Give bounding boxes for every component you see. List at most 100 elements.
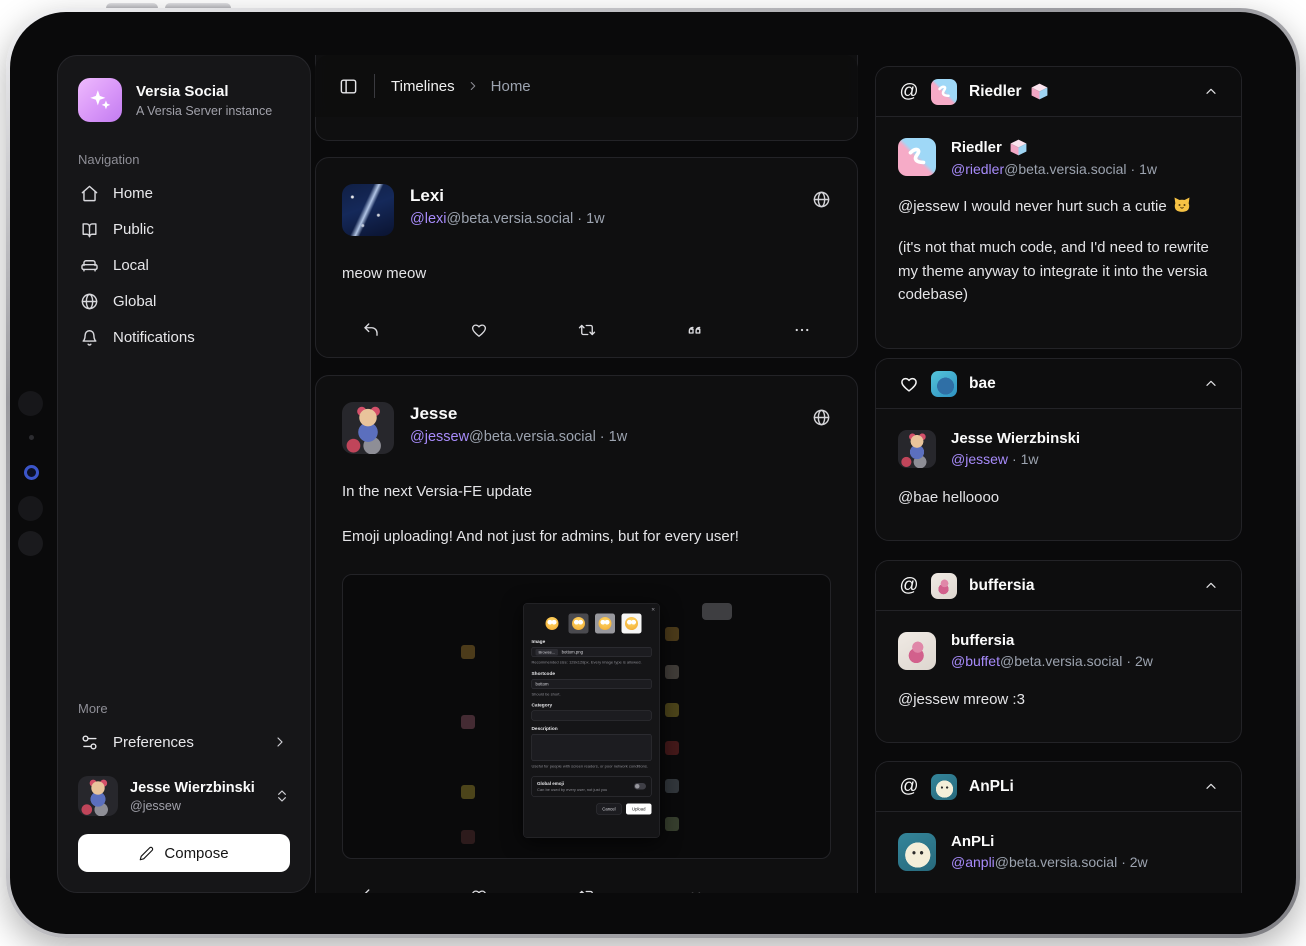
avatar[interactable] bbox=[898, 430, 936, 468]
breadcrumb-root[interactable]: Timelines bbox=[391, 78, 455, 95]
notification-user-name[interactable]: Riedler bbox=[951, 138, 1157, 157]
post-action-bar bbox=[342, 317, 831, 343]
reply-icon bbox=[362, 887, 380, 893]
notification-timestamp[interactable]: · 2w bbox=[1126, 653, 1152, 669]
avatar[interactable] bbox=[931, 774, 957, 800]
notification-user-handle[interactable]: @riedler bbox=[951, 161, 1004, 177]
reply-icon bbox=[362, 321, 380, 339]
post-author-name[interactable]: Jesse bbox=[410, 404, 627, 424]
shortcode-field-label: Shortcode bbox=[532, 671, 652, 677]
notification-timestamp[interactable]: · 1w bbox=[1131, 161, 1157, 177]
collapse-button[interactable] bbox=[1203, 779, 1219, 795]
quote-icon bbox=[685, 887, 703, 893]
sidebar: Versia Social A Versia Server instance N… bbox=[57, 55, 311, 893]
global-emoji-toggle bbox=[634, 783, 646, 790]
post-author-name[interactable]: Lexi bbox=[410, 186, 605, 206]
notification-user-handle[interactable]: @buffet bbox=[951, 653, 1000, 669]
sidebar-item-local[interactable]: Local bbox=[78, 247, 290, 283]
collapse-button[interactable] bbox=[1203, 376, 1219, 392]
background-emoji-row bbox=[665, 627, 685, 641]
sidebar-item-global[interactable]: Global bbox=[78, 283, 290, 319]
post-author-handle[interactable]: @lexi bbox=[410, 211, 446, 227]
sidebar-toggle-button[interactable] bbox=[339, 77, 358, 96]
app-logo-row[interactable]: Versia Social A Versia Server instance bbox=[78, 78, 290, 122]
like-button[interactable] bbox=[466, 883, 492, 893]
post-text: Emoji uploading! And not just for admins… bbox=[342, 526, 831, 549]
post-timestamp[interactable]: · 1w bbox=[577, 211, 604, 227]
chevron-up-icon bbox=[1203, 84, 1219, 100]
browse-button: Browse... bbox=[536, 649, 559, 656]
notification-header[interactable]: @ Riedler bbox=[876, 67, 1241, 117]
close-icon: × bbox=[651, 606, 655, 614]
quote-button[interactable] bbox=[681, 317, 707, 343]
cancel-button: Cancel bbox=[596, 803, 621, 814]
post-author-handle[interactable]: @jessew bbox=[410, 429, 469, 445]
post-timestamp[interactable]: · 1w bbox=[600, 429, 627, 445]
notification-timestamp[interactable]: · 1w bbox=[1012, 451, 1038, 467]
collapse-button[interactable] bbox=[1203, 578, 1219, 594]
more-button[interactable] bbox=[789, 317, 815, 343]
dock-item[interactable] bbox=[18, 531, 43, 556]
repeat-icon bbox=[578, 321, 596, 339]
timeline-column: Timelines Home Lexi @lexi@beta.versia.so… bbox=[315, 55, 858, 893]
sidebar-item-notifications[interactable]: Notifications bbox=[78, 319, 290, 355]
sidebar-item-public[interactable]: Public bbox=[78, 211, 290, 247]
quote-button[interactable] bbox=[681, 883, 707, 893]
avatar[interactable] bbox=[342, 402, 394, 454]
avatar[interactable] bbox=[898, 138, 936, 176]
notification-header[interactable]: bae bbox=[876, 359, 1241, 409]
compose-button[interactable]: Compose bbox=[78, 834, 290, 872]
avatar bbox=[78, 776, 118, 816]
notifications-column: @ Riedler bbox=[875, 55, 1242, 893]
notification-user-name[interactable]: buffersia bbox=[951, 632, 1153, 649]
notification-user-instance: @beta.versia.social bbox=[1000, 653, 1122, 669]
avatar[interactable] bbox=[898, 632, 936, 670]
notification-user-handle[interactable]: @anpli bbox=[951, 854, 995, 870]
notification-timestamp[interactable]: · 2w bbox=[1121, 854, 1147, 870]
avatar[interactable] bbox=[342, 184, 394, 236]
notification-header[interactable]: @ buffersia bbox=[876, 561, 1241, 611]
notification-user-name[interactable]: Jesse Wierzbinski bbox=[951, 430, 1080, 447]
notification-user-name[interactable]: AnPLi bbox=[951, 833, 1148, 850]
description-field-label: Description bbox=[532, 726, 652, 732]
reply-button[interactable] bbox=[358, 883, 384, 893]
more-button[interactable] bbox=[789, 883, 815, 893]
chevrons-up-down-icon bbox=[274, 788, 290, 804]
collapse-button[interactable] bbox=[1203, 84, 1219, 100]
notification-user-handle[interactable]: @jessew bbox=[951, 451, 1008, 467]
post-card: Jesse @jessew@beta.versia.social· 1w In … bbox=[315, 375, 858, 893]
avatar[interactable] bbox=[931, 573, 957, 599]
repost-button[interactable] bbox=[574, 883, 600, 893]
dock-item-active[interactable] bbox=[24, 465, 39, 480]
emoji-preview-gray bbox=[595, 614, 615, 634]
reply-button[interactable] bbox=[358, 317, 384, 343]
compose-label: Compose bbox=[164, 845, 228, 862]
avatar[interactable] bbox=[931, 371, 957, 397]
avatar-squiggle bbox=[935, 83, 953, 101]
cube-emoji bbox=[1009, 138, 1028, 157]
mention-at-icon: @ bbox=[898, 776, 920, 798]
dock-item[interactable] bbox=[18, 391, 43, 416]
breadcrumb-current: Home bbox=[491, 78, 531, 95]
repost-button[interactable] bbox=[574, 317, 600, 343]
global-emoji-hint: Can be used by every user, not just you bbox=[537, 787, 607, 792]
post-attachment-image[interactable]: × Image Browse... bottom.png Recomme bbox=[342, 574, 831, 859]
sidebar-item-label: Public bbox=[113, 221, 154, 238]
background-emoji-row bbox=[461, 715, 481, 729]
sidebar-item-preferences[interactable]: Preferences bbox=[78, 724, 290, 760]
account-switcher[interactable]: Jesse Wierzbinski @jessew bbox=[78, 776, 290, 816]
like-button[interactable] bbox=[466, 317, 492, 343]
upload-button: Upload bbox=[626, 803, 651, 814]
avatar[interactable] bbox=[931, 79, 957, 105]
sliders-icon bbox=[80, 733, 99, 752]
post-text: meow meow bbox=[342, 263, 831, 286]
notification-card: @ Riedler bbox=[875, 66, 1242, 349]
notification-header[interactable]: @ AnPLi bbox=[876, 762, 1241, 812]
dock-indicator-dot bbox=[29, 435, 34, 440]
avatar[interactable] bbox=[898, 833, 936, 871]
notification-title: Riedler bbox=[969, 82, 1049, 101]
sidebar-item-home[interactable]: Home bbox=[78, 175, 290, 211]
file-name: bottom.png bbox=[562, 650, 583, 655]
dock-item[interactable] bbox=[18, 496, 43, 521]
home-icon bbox=[80, 184, 99, 203]
